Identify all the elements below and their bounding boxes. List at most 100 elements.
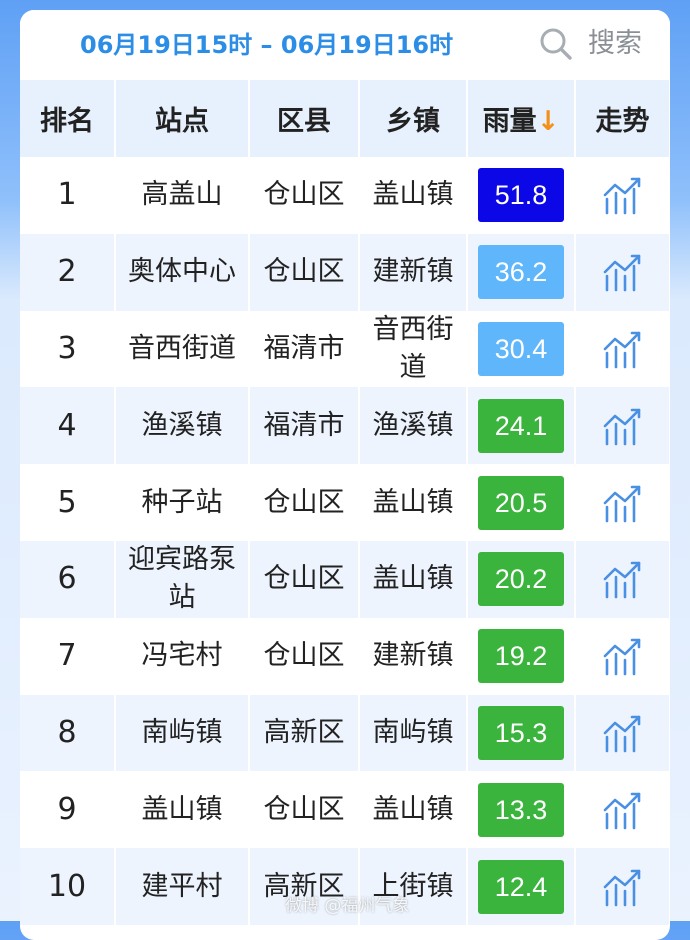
rank-value: 10 <box>47 868 87 904</box>
trend-chart-icon[interactable] <box>601 867 645 907</box>
trend-cell[interactable] <box>574 464 670 541</box>
district-cell: 高新区 <box>248 694 360 772</box>
weibo-watermark: 微博 @福州气象 <box>285 896 410 916</box>
district-cell: 仓山区 <box>248 233 360 311</box>
time-range-selector[interactable]: 06月19日15时 – 06月19日16时 <box>80 28 453 62</box>
search-icon <box>540 28 572 60</box>
rainfall-cell: 51.8 <box>466 157 576 234</box>
trend-chart-icon[interactable] <box>601 790 645 830</box>
town-cell: 盖山镇 <box>358 464 468 541</box>
district-cell: 仓山区 <box>248 617 360 695</box>
rank-value: 6 <box>57 561 77 597</box>
table-header-row: 排名 站点 区县 乡镇 雨量↓ 走势 <box>20 80 670 157</box>
rainfall-cell: 20.2 <box>466 540 576 618</box>
trend-cell[interactable] <box>574 233 670 311</box>
rank-cell: 9 <box>20 771 116 849</box>
district-name: 仓山区 <box>263 486 345 518</box>
table-row-2[interactable]: 2 奥体中心 仓山区 建新镇 36.2 <box>20 233 670 311</box>
district-cell: 仓山区 <box>248 540 360 618</box>
table-row-6[interactable]: 6 迎宾路泵站 仓山区 盖山镇 20.2 <box>20 540 670 618</box>
rainfall-badge: 24.1 <box>478 398 564 453</box>
station-name: 盖山镇 <box>141 793 223 825</box>
station-cell: 迎宾路泵站 <box>114 540 250 618</box>
town-cell: 盖山镇 <box>358 771 468 849</box>
search-label: 搜索 <box>588 28 642 59</box>
station-cell: 建平村 <box>114 848 250 925</box>
town-cell: 盖山镇 <box>358 540 468 618</box>
trend-chart-icon[interactable] <box>601 252 645 292</box>
station-name: 奥体中心 <box>128 256 236 288</box>
column-header-station: 站点 <box>114 80 250 157</box>
district-cell: 福清市 <box>248 387 360 465</box>
station-cell: 盖山镇 <box>114 771 250 849</box>
rank-cell: 4 <box>20 387 116 465</box>
table-row-5[interactable]: 5 种子站 仓山区 盖山镇 20.5 <box>20 464 670 541</box>
district-cell: 仓山区 <box>248 464 360 541</box>
station-name: 建平村 <box>141 870 223 902</box>
town-cell: 南屿镇 <box>358 694 468 772</box>
district-name: 仓山区 <box>263 179 345 211</box>
station-cell: 奥体中心 <box>114 233 250 311</box>
trend-cell[interactable] <box>574 694 670 772</box>
rank-value: 7 <box>57 638 77 674</box>
trend-chart-icon[interactable] <box>601 636 645 676</box>
rainfall-badge: 30.4 <box>478 321 564 376</box>
rainfall-badge: 20.5 <box>478 475 564 530</box>
town-cell: 建新镇 <box>358 617 468 695</box>
town-name: 音西街道 <box>372 313 454 383</box>
trend-chart-icon[interactable] <box>601 175 645 215</box>
sort-descending-arrow-icon: ↓ <box>536 106 560 137</box>
rainfall-cell: 36.2 <box>466 233 576 311</box>
trend-cell[interactable] <box>574 848 670 925</box>
rainfall-cell: 24.1 <box>466 387 576 465</box>
rainfall-table: 排名 站点 区县 乡镇 雨量↓ 走势 1 高盖山 仓山区 盖山镇 51.8 2 … <box>20 80 670 925</box>
rank-value: 8 <box>57 714 77 750</box>
district-name: 福清市 <box>263 332 345 364</box>
town-name: 建新镇 <box>372 640 454 672</box>
rank-value: 9 <box>57 791 77 827</box>
table-row-1[interactable]: 1 高盖山 仓山区 盖山镇 51.8 <box>20 157 670 234</box>
table-row-3[interactable]: 3 音西街道 福清市 音西街道 30.4 <box>20 310 670 388</box>
trend-chart-icon[interactable] <box>601 406 645 446</box>
rainfall-badge: 19.2 <box>478 629 564 684</box>
rank-value: 1 <box>57 177 77 213</box>
column-header-rank: 排名 <box>20 80 116 157</box>
trend-cell[interactable] <box>574 157 670 234</box>
rainfall-header-label: 雨量 <box>482 106 537 137</box>
table-row-8[interactable]: 8 南屿镇 高新区 南屿镇 15.3 <box>20 694 670 772</box>
station-name: 高盖山 <box>141 179 223 211</box>
rank-cell: 7 <box>20 617 116 695</box>
rank-cell: 6 <box>20 540 116 618</box>
town-name: 盖山镇 <box>372 793 454 825</box>
table-row-4[interactable]: 4 渔溪镇 福清市 渔溪镇 24.1 <box>20 387 670 465</box>
rainfall-badge: 15.3 <box>478 705 564 760</box>
trend-cell[interactable] <box>574 771 670 849</box>
trend-cell[interactable] <box>574 310 670 388</box>
trend-chart-icon[interactable] <box>601 329 645 369</box>
town-name: 盖山镇 <box>372 486 454 518</box>
rank-value: 3 <box>57 330 77 366</box>
rainfall-cell: 13.3 <box>466 771 576 849</box>
table-row-7[interactable]: 7 冯宅村 仓山区 建新镇 19.2 <box>20 617 670 695</box>
column-header-rainfall[interactable]: 雨量↓ <box>466 80 576 157</box>
rainfall-badge: 13.3 <box>478 782 564 837</box>
trend-chart-icon[interactable] <box>601 483 645 523</box>
town-cell: 音西街道 <box>358 310 468 388</box>
district-cell: 福清市 <box>248 310 360 388</box>
rainfall-badge: 20.2 <box>478 552 564 607</box>
rainfall-badge: 51.8 <box>478 168 564 223</box>
trend-cell[interactable] <box>574 387 670 465</box>
trend-chart-icon[interactable] <box>601 559 645 599</box>
trend-cell[interactable] <box>574 617 670 695</box>
rainfall-cell: 30.4 <box>466 310 576 388</box>
trend-cell[interactable] <box>574 540 670 618</box>
rank-cell: 1 <box>20 157 116 234</box>
trend-chart-icon[interactable] <box>601 713 645 753</box>
station-cell: 高盖山 <box>114 157 250 234</box>
search-button[interactable]: 搜索 <box>538 24 670 64</box>
rank-cell: 10 <box>20 848 116 925</box>
table-row-9[interactable]: 9 盖山镇 仓山区 盖山镇 13.3 <box>20 771 670 849</box>
town-name: 渔溪镇 <box>372 409 454 441</box>
rainfall-cell: 19.2 <box>466 617 576 695</box>
town-name: 南屿镇 <box>372 716 454 748</box>
